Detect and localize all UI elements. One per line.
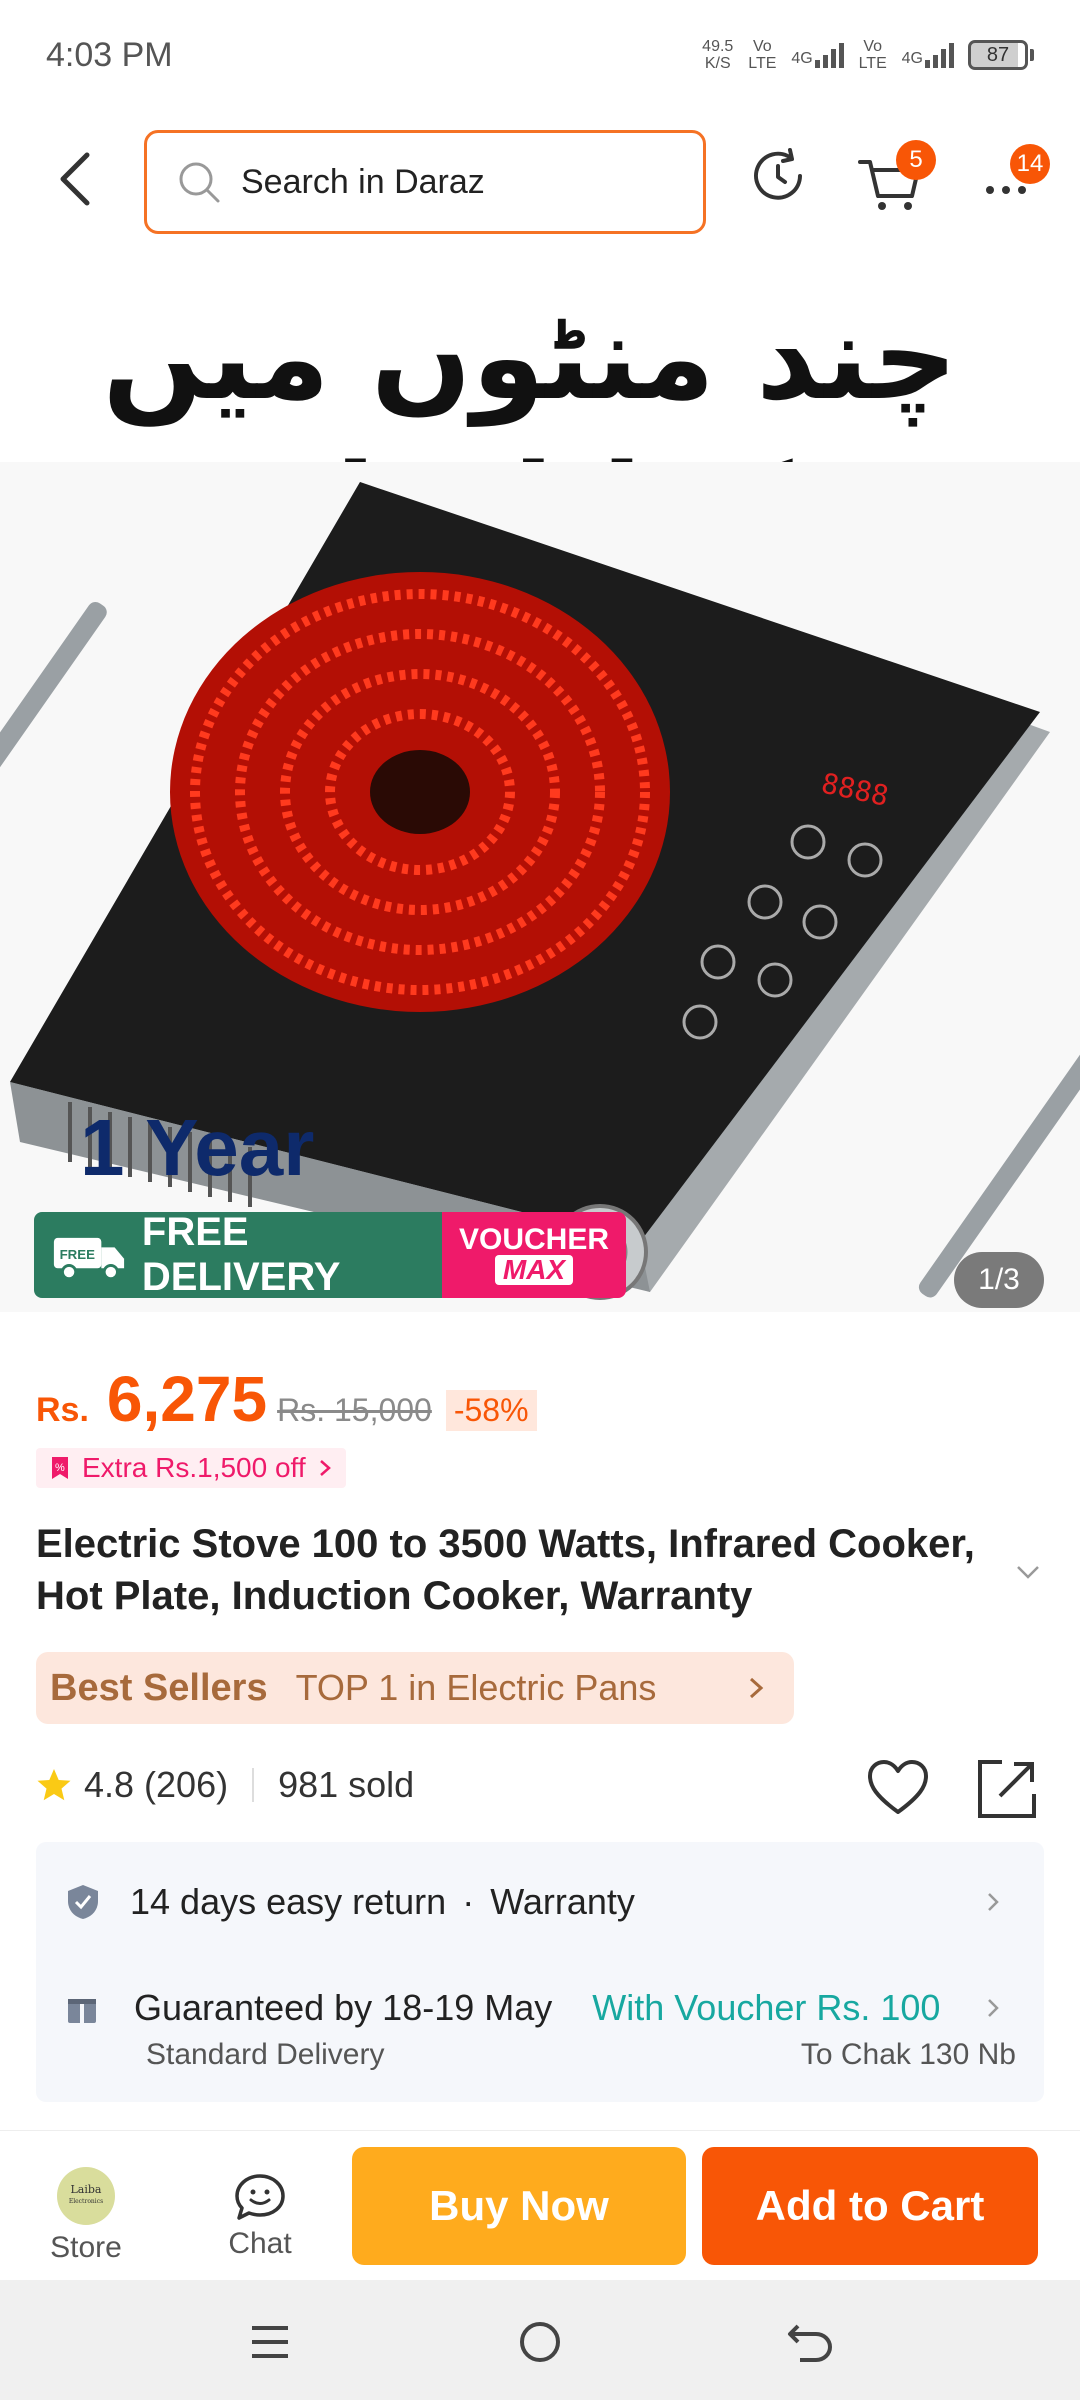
chat-icon xyxy=(235,2174,285,2220)
delivery-type: Standard Delivery xyxy=(146,2038,385,2071)
more-badge: 14 xyxy=(1010,144,1050,184)
buy-now-button[interactable]: Buy Now xyxy=(352,2147,686,2265)
chevron-right-icon xyxy=(749,1677,764,1699)
delivery-voucher: With Voucher Rs. 100 xyxy=(592,1987,941,2028)
extra-off-text: Extra Rs.1,500 off xyxy=(82,1452,306,1483)
voucher-icon: % xyxy=(52,1457,68,1479)
svg-text:FREE: FREE xyxy=(60,1247,96,1262)
status-indicators: 49.5 K/S Vo LTE 4G Vo LTE 4G 87 xyxy=(702,38,1034,72)
separator: · xyxy=(462,1881,475,1922)
price-row: Rs. 6,275 Rs. 15,000 -58% xyxy=(36,1362,537,1436)
warranty-label: Warranty xyxy=(490,1881,635,1922)
system-navigation-bar xyxy=(0,2280,1080,2400)
back-button[interactable] xyxy=(40,144,110,214)
delivery-location: To Chak 130 Nb xyxy=(800,2038,1016,2071)
rating-count: (206) xyxy=(144,1764,229,1805)
best-seller-label: Best Sellers xyxy=(50,1666,268,1709)
signal-icon xyxy=(925,42,954,68)
chevron-right-icon xyxy=(319,1460,331,1476)
network-speed: 49.5 K/S xyxy=(702,38,734,72)
original-price: Rs. 15,000 xyxy=(277,1392,432,1428)
chat-label: Chat xyxy=(228,2227,292,2260)
search-placeholder: Search in Daraz xyxy=(241,162,485,201)
divider xyxy=(252,1768,255,1802)
signal-group-1: 4G xyxy=(791,42,844,68)
return-policy: 14 days easy return xyxy=(130,1881,447,1922)
signal-group-2: 4G xyxy=(902,42,954,68)
warranty-banner-text: 1 Year xyxy=(80,1103,315,1192)
status-time: 4:03 PM xyxy=(46,35,173,74)
discount-badge: -58% xyxy=(445,1390,537,1431)
share-button[interactable] xyxy=(976,1758,1038,1820)
search-icon xyxy=(179,162,220,203)
top-bar: Search in Daraz 5 14 xyxy=(0,120,1080,240)
free-delivery-badge: FREE FREE DELIVERY xyxy=(34,1212,442,1298)
delivery-details: Standard Delivery To Chak 130 Nb xyxy=(146,2038,1016,2072)
rating-score: 4.8 xyxy=(84,1764,135,1805)
store-label: Store xyxy=(50,2231,122,2264)
price-currency: Rs. xyxy=(36,1391,89,1429)
heart-icon xyxy=(868,1760,928,1814)
cart-badge: 5 xyxy=(896,140,936,180)
share-icon xyxy=(978,1760,1036,1818)
cart-button[interactable]: 5 xyxy=(856,140,936,214)
product-page: 4:03 PM 49.5 K/S Vo LTE 4G Vo LTE 4G 87 xyxy=(0,0,1080,2400)
chevron-down-icon[interactable] xyxy=(1010,1554,1046,1590)
delivery-service-card: 14 days easy return · Warranty Guarantee… xyxy=(36,1842,1044,2102)
sold-count: 981 sold xyxy=(278,1764,415,1805)
battery-level: 87 xyxy=(968,40,1028,70)
volte-indicator-1: Vo LTE xyxy=(748,38,777,72)
battery-icon: 87 xyxy=(968,40,1034,70)
product-title[interactable]: Electric Stove 100 to 3500 Watts, Infrar… xyxy=(36,1518,1006,1622)
best-seller-rank: TOP 1 in Electric Pans xyxy=(295,1667,657,1708)
delivery-box-icon xyxy=(68,1993,96,2023)
wishlist-button[interactable] xyxy=(866,1758,930,1818)
truck-icon: FREE xyxy=(53,1237,125,1281)
menu-icon[interactable] xyxy=(246,2320,294,2364)
best-seller-banner[interactable]: Best Sellers TOP 1 in Electric Pans xyxy=(36,1652,794,1724)
chat-button[interactable]: Chat xyxy=(210,2173,310,2269)
home-icon[interactable] xyxy=(516,2318,564,2366)
product-image-carousel[interactable]: چند منٹوں میں کھانا تیار xyxy=(0,262,1080,1312)
image-counter: 1/3 xyxy=(954,1252,1044,1308)
delivery-guarantee: Guaranteed by 18-19 May xyxy=(134,1987,553,2028)
extra-off-voucher[interactable]: % Extra Rs.1,500 off xyxy=(36,1448,346,1488)
free-delivery-text: FREE DELIVERY xyxy=(141,1212,341,1298)
voucher-max-badge: VOUCHER MAX xyxy=(442,1212,626,1298)
shield-icon xyxy=(68,1885,98,1919)
signal-icon xyxy=(814,42,844,68)
search-input[interactable]: Search in Daraz xyxy=(144,130,706,234)
current-price: 6,275 xyxy=(106,1363,268,1435)
store-logo: Laiba Electronics xyxy=(57,2167,115,2225)
return-warranty-row[interactable]: 14 days easy return · Warranty xyxy=(66,1872,1016,1932)
chevron-left-icon xyxy=(60,152,90,206)
history-icon xyxy=(754,148,802,200)
bottom-action-bar: Laiba Electronics Store Chat Buy Now Add… xyxy=(0,2130,1080,2280)
volte-indicator-2: Vo LTE xyxy=(858,38,887,72)
chevron-right-icon xyxy=(988,1893,999,1911)
status-bar: 4:03 PM 49.5 K/S Vo LTE 4G Vo LTE 4G 87 xyxy=(0,0,1080,110)
back-arrow-icon[interactable] xyxy=(786,2320,834,2364)
promo-banner: FREE FREE DELIVERY VOUCHER MAX xyxy=(34,1212,626,1298)
chevron-right-icon xyxy=(988,1999,999,2017)
history-button[interactable] xyxy=(746,144,810,208)
rating-row[interactable]: 4.8 (206) 981 sold xyxy=(36,1764,414,1806)
delivery-row[interactable]: Guaranteed by 18-19 May With Voucher Rs.… xyxy=(66,1978,1016,2038)
star-icon xyxy=(37,1769,71,1801)
add-to-cart-button[interactable]: Add to Cart xyxy=(702,2147,1038,2265)
svg-text:%: % xyxy=(55,1462,65,1474)
more-button[interactable]: 14 xyxy=(980,144,1052,216)
store-button[interactable]: Laiba Electronics Store xyxy=(38,2167,134,2267)
